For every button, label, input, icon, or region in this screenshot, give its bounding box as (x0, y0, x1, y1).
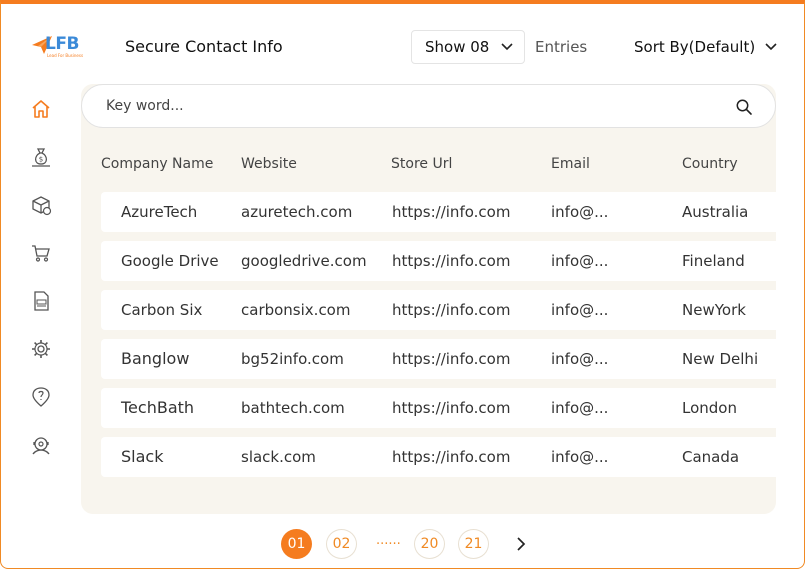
page-button-20[interactable]: 20 (414, 529, 445, 559)
cell-country: New Delhi (682, 350, 759, 368)
cell-website: carbonsix.com (241, 301, 351, 319)
entries-label: Entries (535, 38, 588, 56)
show-entries-select[interactable]: Show 08 (411, 30, 525, 64)
column-header-store-url[interactable]: Store Url (391, 156, 452, 172)
support-icon (32, 437, 50, 455)
sidebar-item-invoices[interactable] (27, 287, 55, 315)
idea-icon (32, 387, 50, 407)
svg-text:$: $ (39, 156, 43, 164)
chevron-right-icon[interactable] (513, 536, 529, 552)
cell-company: AzureTech (121, 203, 198, 221)
cell-email: info@... (551, 399, 609, 417)
invoice-icon (34, 291, 49, 311)
sidebar-item-support[interactable] (27, 431, 55, 459)
page-title: Secure Contact Info (125, 37, 283, 56)
cell-email: info@... (551, 301, 609, 319)
cell-store-url: https://info.com (392, 252, 511, 270)
cell-website: azuretech.com (241, 203, 353, 221)
cell-website: bathtech.com (241, 399, 345, 417)
cell-store-url: https://info.com (392, 448, 511, 466)
cell-country: Fineland (682, 252, 745, 270)
cell-store-url: https://info.com (392, 203, 511, 221)
money-bag-icon: $ (32, 148, 50, 167)
cell-company: TechBath (121, 398, 195, 417)
table-row[interactable]: TechBath bathtech.com https://info.com i… (101, 388, 776, 428)
sidebar-item-settings[interactable] (27, 335, 55, 363)
app-window: LFB Lead For Business Secure Contact Inf… (0, 0, 805, 569)
sort-select[interactable]: Sort By(Default) (634, 38, 777, 56)
cell-company: Banglow (121, 349, 190, 368)
page-button-02[interactable]: 02 (326, 529, 357, 559)
pagination-ellipsis: ...... (376, 533, 401, 548)
cell-company: Carbon Six (121, 301, 203, 319)
page-button-01[interactable]: 01 (281, 529, 312, 559)
cell-country: Canada (682, 448, 740, 466)
sidebar-item-orders[interactable] (27, 239, 55, 267)
cell-email: info@... (551, 203, 609, 221)
show-entries-value: Show 08 (425, 38, 490, 56)
cell-company: Google Drive (121, 252, 219, 270)
sidebar-item-finance[interactable]: $ (27, 143, 55, 171)
column-header-website[interactable]: Website (241, 156, 297, 172)
column-header-email[interactable]: Email (551, 156, 590, 172)
package-icon (32, 196, 52, 216)
page-button-21[interactable]: 21 (458, 529, 489, 559)
cell-website: bg52info.com (241, 350, 344, 368)
cell-store-url: https://info.com (392, 301, 511, 319)
sidebar-item-products[interactable] (27, 191, 55, 219)
sort-value: Sort By(Default) (634, 38, 756, 56)
cart-icon (32, 245, 50, 262)
table-row[interactable]: Carbon Six carbonsix.com https://info.co… (101, 290, 776, 330)
logo-text: LFB (45, 34, 79, 54)
search-input[interactable] (106, 95, 706, 117)
column-header-country[interactable]: Country (682, 156, 738, 172)
table-row[interactable]: Banglow bg52info.com https://info.com in… (101, 339, 776, 379)
search-bar (81, 84, 776, 128)
table-row[interactable]: Slack slack.com https://info.com info@..… (101, 437, 776, 477)
cell-store-url: https://info.com (392, 399, 511, 417)
cell-store-url: https://info.com (392, 350, 511, 368)
cell-country: NewYork (682, 301, 746, 319)
cell-email: info@... (551, 448, 609, 466)
brand-logo[interactable]: LFB Lead For Business (31, 32, 89, 62)
table-header: Company Name Website Store Url Email Cou… (81, 156, 776, 176)
contacts-panel: Company Name Website Store Url Email Cou… (81, 84, 776, 514)
cell-email: info@... (551, 252, 609, 270)
sidebar-item-ideas[interactable] (27, 383, 55, 411)
column-header-company[interactable]: Company Name (101, 156, 213, 172)
cell-country: London (682, 399, 737, 417)
cell-website: slack.com (241, 448, 316, 466)
table-row[interactable]: AzureTech azuretech.com https://info.com… (101, 192, 776, 232)
table-row[interactable]: Google Drive googledrive.com https://inf… (101, 241, 776, 281)
search-icon[interactable] (735, 98, 753, 116)
cell-website: googledrive.com (241, 252, 367, 270)
sidebar-item-home[interactable] (27, 95, 55, 123)
chevron-down-icon (765, 43, 777, 51)
cell-country: Australia (682, 203, 749, 221)
chevron-down-icon (501, 43, 513, 51)
home-icon (32, 100, 50, 118)
cell-email: info@... (551, 350, 609, 368)
logo-tagline: Lead For Business (47, 53, 84, 58)
settings-icon (32, 340, 50, 358)
cell-company: Slack (121, 447, 164, 466)
